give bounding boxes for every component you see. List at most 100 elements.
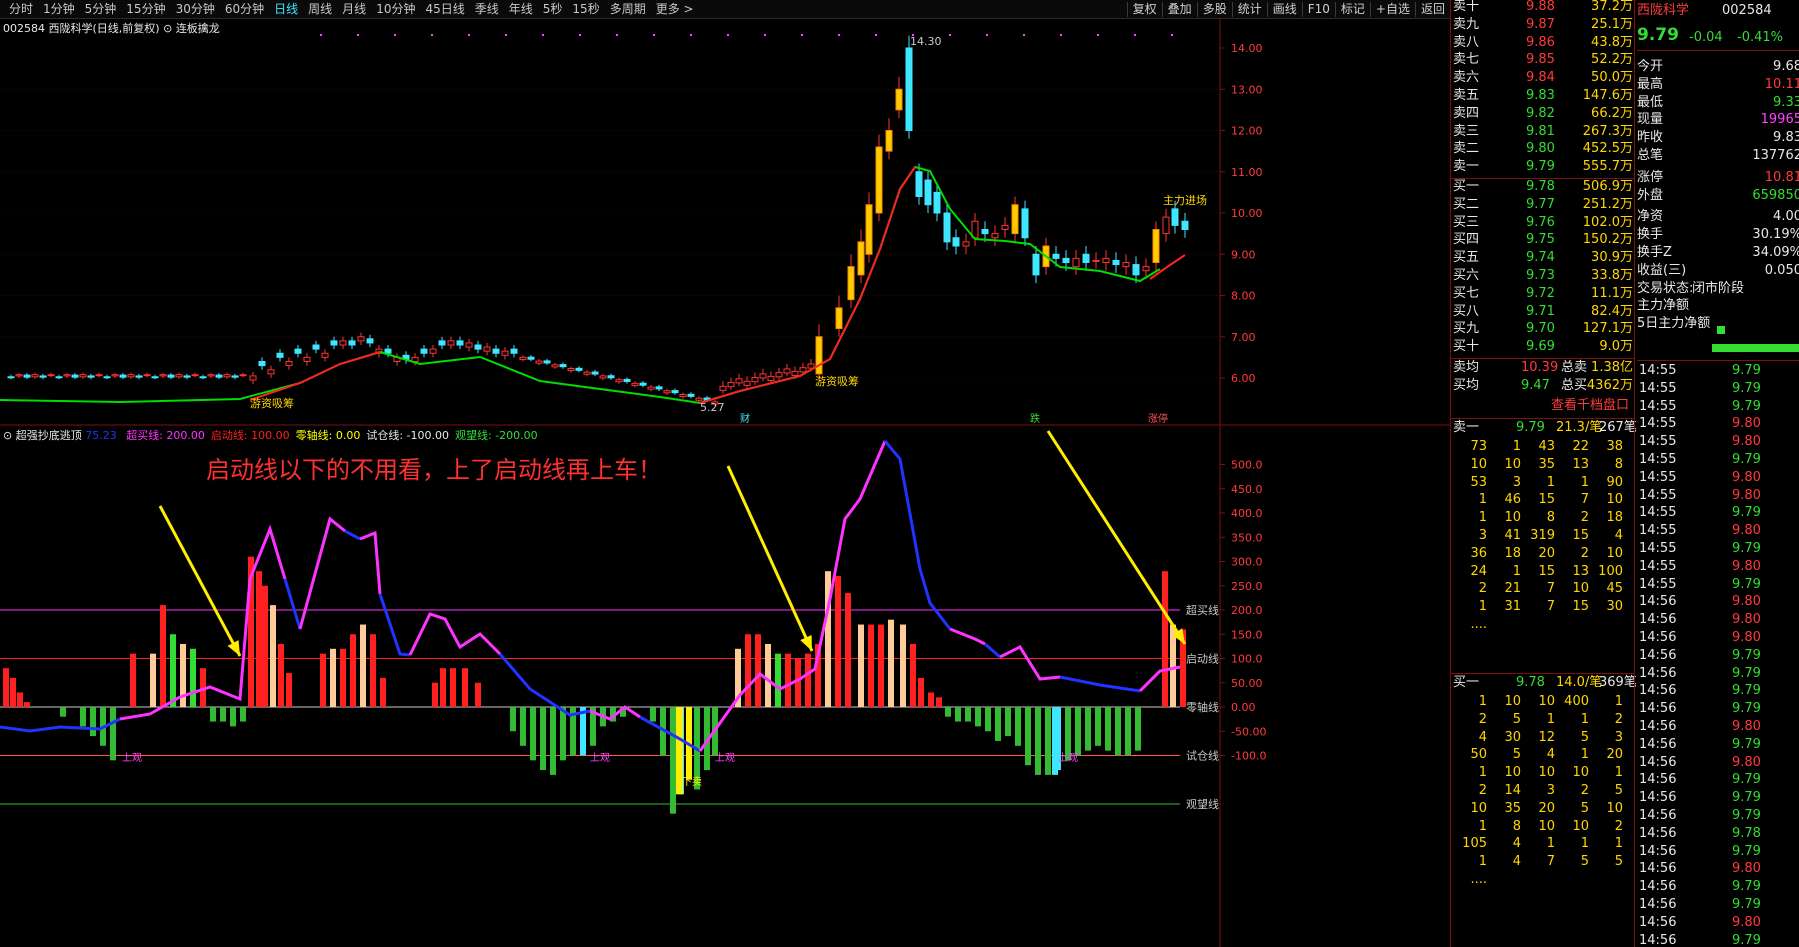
indicator-bar — [1052, 707, 1058, 775]
period-tab[interactable]: 15秒 — [567, 2, 604, 17]
candle — [791, 370, 799, 377]
period-tab[interactable]: 5秒 — [538, 2, 568, 17]
period-tab[interactable]: 年线 — [504, 2, 538, 17]
period-tab[interactable]: 日线 — [269, 2, 303, 17]
indicator-line-value: 观望线: -200.00 — [455, 429, 538, 442]
strategy-note: 启动线以下的不用看，上了启动线再上车！ — [206, 456, 662, 484]
indicator-bar — [150, 653, 156, 707]
tick-time: 14:56 — [1639, 861, 1677, 877]
event-dot — [616, 34, 618, 36]
queue-cell: 3 — [1614, 729, 1623, 745]
indicator-bar — [3, 668, 9, 707]
candle — [103, 376, 111, 379]
buy-level-volume: 150.2万 — [1582, 232, 1633, 248]
event-dot — [838, 34, 840, 36]
stat-label: 换手Z — [1637, 245, 1672, 260]
indicator-bar — [350, 634, 356, 707]
candle — [527, 356, 535, 360]
queue-cell: 1 — [1478, 492, 1487, 508]
stat-label: 总笔 — [1637, 148, 1664, 163]
buy-level-price: 9.72 — [1526, 285, 1555, 301]
candle — [175, 374, 183, 378]
buy-level-volume: 102.0万 — [1582, 214, 1633, 230]
price-tick-label: 8.00 — [1231, 290, 1256, 303]
period-tab[interactable]: 季线 — [470, 2, 504, 17]
candle — [339, 340, 347, 346]
tool-button[interactable]: +自选 — [1369, 2, 1415, 17]
view-depth-link[interactable]: 查看千档盘口 — [1551, 397, 1629, 415]
tool-button[interactable]: 多股 — [1196, 2, 1232, 17]
period-tab[interactable]: 月线 — [337, 2, 371, 17]
candle — [743, 380, 751, 386]
indicator-line — [1059, 675, 1141, 693]
candle — [962, 241, 970, 247]
sell-level-volume: 66.2万 — [1591, 105, 1633, 121]
period-tab[interactable]: 5分钟 — [80, 2, 122, 17]
buy-level-label: 买一 — [1453, 179, 1480, 194]
period-tab[interactable]: 60分钟 — [220, 2, 269, 17]
period-tab[interactable]: 多周期 — [605, 2, 651, 17]
period-tab[interactable]: 1分钟 — [38, 2, 80, 17]
tick-price: 9.80 — [1732, 630, 1761, 645]
queue-cell: 10 — [1572, 818, 1589, 834]
event-dot — [727, 34, 729, 36]
period-tab[interactable]: 15分钟 — [121, 2, 170, 17]
candle — [559, 364, 567, 368]
sell-level-price: 9.83 — [1526, 88, 1555, 103]
period-tab[interactable]: 周线 — [303, 2, 337, 17]
stat-label: 最低 — [1637, 94, 1664, 110]
tick-time: 14:56 — [1639, 825, 1677, 841]
queue-cell: 50 — [1470, 747, 1487, 763]
stat-label: 现量 — [1637, 112, 1664, 128]
candle — [847, 266, 855, 301]
indicator-bar — [530, 707, 536, 761]
event-dot — [1134, 34, 1136, 36]
period-tab[interactable]: 45日线 — [420, 2, 469, 17]
queue-cell: 10 — [1538, 694, 1555, 709]
period-tab[interactable]: 分时 — [4, 2, 38, 17]
candle — [735, 378, 743, 384]
reference-line-label: 超买线 — [1186, 603, 1219, 617]
sell-level-price: 9.79 — [1526, 159, 1555, 175]
indicator-bar — [650, 707, 656, 722]
tool-button[interactable]: 叠加 — [1161, 2, 1197, 17]
tool-button[interactable]: 画线 — [1266, 2, 1302, 17]
indicator-bar — [765, 643, 771, 707]
tool-button[interactable]: 返回 — [1414, 2, 1450, 17]
candle — [943, 212, 951, 243]
tick-price: 9.80 — [1732, 754, 1761, 770]
tool-button[interactable]: 标记 — [1334, 2, 1370, 17]
candle — [239, 374, 247, 377]
event-dot — [1060, 34, 1062, 36]
indicator-bar — [550, 707, 556, 775]
tick-time: 14:55 — [1639, 380, 1677, 396]
indicator-tick-label: -50.00 — [1231, 725, 1266, 738]
period-tab[interactable]: 更多 > — [651, 2, 699, 17]
buy-level-price: 9.74 — [1526, 250, 1555, 266]
queue-cell: 105 — [1462, 836, 1487, 852]
queue-cell: 5 — [1512, 747, 1521, 763]
indicator-bar — [868, 624, 874, 707]
queue-cell: 10 — [1504, 765, 1521, 781]
tool-button[interactable]: F10 — [1301, 2, 1335, 17]
sell-level-label: 卖五 — [1453, 88, 1480, 103]
divider — [1637, 360, 1799, 361]
candle — [857, 241, 865, 276]
queue-cell: 1 — [1478, 854, 1487, 870]
candle — [631, 382, 639, 386]
avg-buy-price: 9.47 — [1521, 378, 1550, 393]
tool-button[interactable]: 复权 — [1126, 2, 1162, 17]
candle — [55, 376, 63, 379]
queue-cell: 2 — [1580, 783, 1589, 798]
period-tab[interactable]: 10分钟 — [371, 2, 420, 17]
indicator-bar — [560, 707, 566, 761]
queue-cell: 31 — [1504, 599, 1521, 615]
queue-cell: 30 — [1606, 599, 1623, 615]
tool-button[interactable]: 统计 — [1231, 2, 1267, 17]
quote-price: 9.79 — [1637, 25, 1679, 45]
queue-cell: 35 — [1538, 456, 1555, 472]
period-tab[interactable]: 30分钟 — [171, 2, 220, 17]
candle — [258, 361, 266, 367]
indicator-line — [999, 645, 1061, 681]
strategy-icon: ⊙ — [163, 22, 173, 35]
